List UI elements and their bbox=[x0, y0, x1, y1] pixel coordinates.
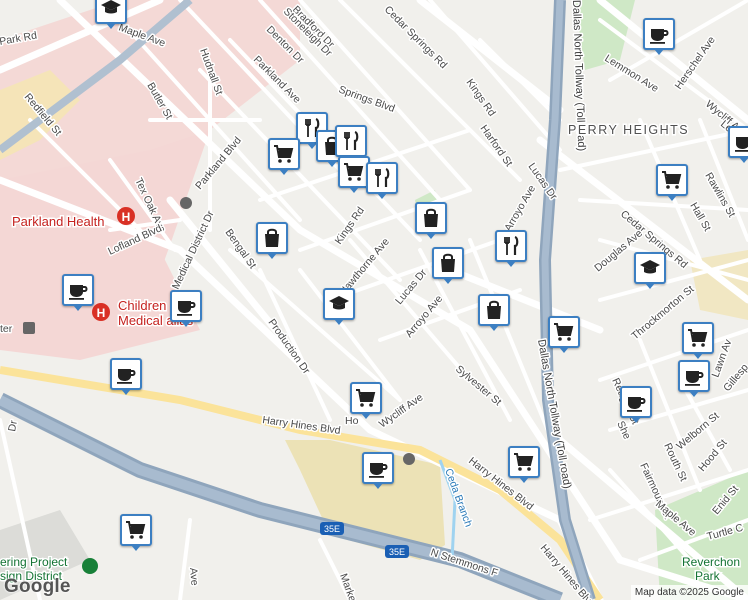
transit-icon bbox=[23, 322, 35, 334]
marker-shopping-2[interactable] bbox=[415, 202, 447, 239]
shopping-cart-icon bbox=[354, 386, 378, 410]
marker-cafe-perry[interactable] bbox=[728, 126, 748, 163]
fork-knife-icon bbox=[339, 129, 363, 153]
shopping-bag-icon bbox=[260, 226, 284, 250]
marker-shopping-4[interactable] bbox=[432, 247, 464, 284]
map-view[interactable]: 35E 35E Maple Ave Park Rd Bradford Dr St… bbox=[0, 0, 748, 600]
coffee-cup-icon bbox=[682, 364, 706, 388]
marker-restaurant-2[interactable] bbox=[335, 125, 367, 162]
poi-label-engineering-line1: ering Project bbox=[0, 555, 68, 569]
marker-cafe-lemmon[interactable] bbox=[643, 18, 675, 55]
coffee-cup-icon bbox=[66, 278, 90, 302]
marker-grocery-3[interactable] bbox=[548, 316, 580, 353]
map-base: 35E 35E Maple Ave Park Rd Bradford Dr St… bbox=[0, 0, 748, 600]
marker-grocery-stemmons[interactable] bbox=[120, 514, 152, 551]
marker-shopping-3[interactable] bbox=[256, 222, 288, 259]
marker-restaurant-4[interactable] bbox=[495, 230, 527, 267]
coffee-cup-icon bbox=[624, 390, 648, 414]
marker-grocery-wycliff[interactable] bbox=[350, 382, 382, 419]
marker-cafe-production[interactable] bbox=[110, 358, 142, 395]
park-icon-engineering bbox=[82, 558, 98, 574]
shopping-cart-icon bbox=[552, 320, 576, 344]
graduation-cap-icon bbox=[638, 256, 662, 280]
marker-grocery-harry-hines[interactable] bbox=[508, 446, 540, 483]
fork-knife-icon bbox=[499, 234, 523, 258]
marker-cafe-medical[interactable] bbox=[170, 290, 202, 327]
poi-label-reverchon-line1: Reverchon bbox=[682, 555, 740, 569]
google-logo: Google bbox=[4, 576, 71, 597]
shopping-cart-icon bbox=[512, 450, 536, 474]
coffee-cup-icon bbox=[647, 22, 671, 46]
coffee-cup-icon bbox=[114, 362, 138, 386]
svg-text:35E: 35E bbox=[389, 547, 405, 557]
shopping-bag-icon bbox=[419, 206, 443, 230]
poi-label-childrens-line1: Children bbox=[118, 298, 166, 313]
shopping-cart-icon bbox=[272, 142, 296, 166]
svg-text:H: H bbox=[122, 210, 131, 224]
marker-shopping-5[interactable] bbox=[478, 294, 510, 331]
graduation-cap-icon bbox=[99, 0, 123, 20]
transit-stop-icon-parkland bbox=[180, 197, 192, 209]
coffee-cup-icon bbox=[366, 456, 390, 480]
fork-knife-icon bbox=[370, 166, 394, 190]
marker-education-douglas[interactable] bbox=[634, 252, 666, 289]
map-attribution[interactable]: Map data ©2025 Google bbox=[630, 585, 748, 600]
shopping-bag-icon bbox=[482, 298, 506, 322]
hospital-icon-childrens: H bbox=[92, 303, 110, 321]
interstate-shield-east: 35E bbox=[385, 545, 409, 558]
transit-stop-icon-harry-hines bbox=[403, 453, 415, 465]
marker-education-top[interactable] bbox=[95, 0, 127, 29]
poi-label-parkland-health: Parkland Health bbox=[12, 214, 105, 229]
coffee-cup-icon bbox=[732, 130, 748, 154]
marker-cafe-harry-hines[interactable] bbox=[362, 452, 394, 489]
hospital-icon-parkland: H bbox=[117, 207, 135, 225]
road-label-ho-st: Ho bbox=[345, 415, 359, 427]
marker-cafe-childrens[interactable] bbox=[62, 274, 94, 311]
coffee-cup-icon bbox=[174, 294, 198, 318]
marker-grocery-4[interactable] bbox=[656, 164, 688, 201]
marker-cafe-lawn[interactable] bbox=[678, 360, 710, 397]
poi-label-center-west: ter bbox=[0, 323, 13, 335]
shopping-cart-icon bbox=[124, 518, 148, 542]
interstate-shield-west: 35E bbox=[320, 522, 344, 535]
marker-restaurant-3[interactable] bbox=[366, 162, 398, 199]
shopping-cart-icon bbox=[342, 160, 366, 184]
marker-cafe-reagan[interactable] bbox=[620, 386, 652, 423]
graduation-cap-icon bbox=[327, 292, 351, 316]
marker-grocery-1[interactable] bbox=[268, 138, 300, 175]
svg-text:35E: 35E bbox=[324, 524, 340, 534]
area-label-perry-heights: PERRY HEIGHTS bbox=[568, 123, 689, 137]
shopping-bag-icon bbox=[436, 251, 460, 275]
shopping-cart-icon bbox=[686, 326, 710, 350]
road-label-ave-west: Ave bbox=[187, 567, 201, 586]
poi-label-reverchon-line2: Park bbox=[695, 569, 721, 583]
svg-text:H: H bbox=[97, 306, 106, 320]
shopping-cart-icon bbox=[660, 168, 684, 192]
marker-education-lucas[interactable] bbox=[323, 288, 355, 325]
marker-grocery-5[interactable] bbox=[682, 322, 714, 359]
